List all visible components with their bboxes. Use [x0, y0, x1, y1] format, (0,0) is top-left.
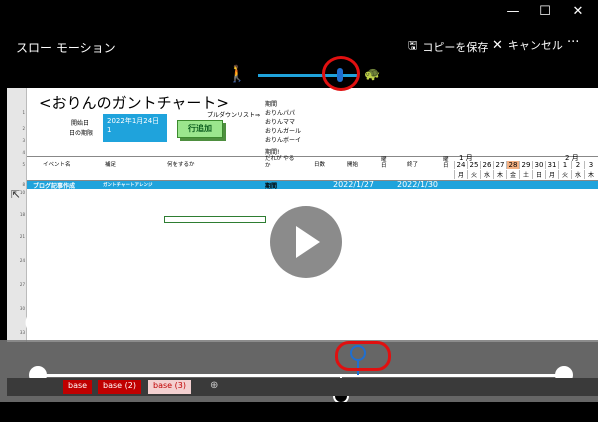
task-end: 2022/1/30 — [397, 180, 439, 189]
calendar-weekday: 木 — [584, 170, 597, 179]
speed-control: 🚶 🐢 — [0, 56, 598, 91]
more-options-button[interactable]: ··· — [567, 35, 579, 50]
calendar-day: 29 — [519, 161, 532, 169]
today-label: 日の期限 — [69, 130, 94, 137]
calendar-weekday: 木 — [493, 170, 506, 179]
header-who: だれが やるか — [265, 156, 295, 169]
calendar-day: 24 — [454, 161, 467, 169]
calendar-day: 27 — [493, 161, 506, 169]
calendar-weekday: 火 — [558, 170, 571, 179]
sheet-title: <おりんのガントチャート> — [39, 94, 229, 112]
pulldown-item-period: 期間! — [265, 149, 280, 156]
close-icon: ✕ — [492, 37, 503, 53]
pulldown-label: プルダウンリスト⇒ — [207, 112, 261, 119]
app-bar: スロー モーション 🖫 コピーを保存 ✕ キャンセル ··· — [0, 32, 598, 66]
play-icon — [296, 226, 320, 258]
turtle-icon: 🐢 — [364, 67, 381, 82]
sheet-tabs: base base (2) base (3) ⊕ — [7, 378, 598, 396]
tab-base[interactable]: base — [63, 380, 93, 394]
timeline-track[interactable] — [38, 374, 564, 377]
calendar-day: 2 — [571, 161, 584, 169]
speed-highlight — [322, 56, 360, 91]
save-copy-label: コピーを保存 — [422, 40, 489, 54]
save-copy-button[interactable]: 🖫 コピーを保存 — [408, 37, 488, 56]
task-who: 期間 — [265, 183, 278, 190]
start-date-cell[interactable]: 2022年1月24日 1 — [103, 114, 167, 142]
calendar-weekday: 火 — [467, 170, 480, 179]
save-icon: 🖫 — [408, 39, 418, 52]
add-row-button[interactable]: 行追加 — [177, 120, 223, 138]
header-start: 開始 — [347, 162, 359, 168]
calendar-weekday: 水 — [480, 170, 493, 179]
playhead-highlight — [335, 341, 391, 371]
calendar-weekday: 金 — [506, 170, 519, 179]
header-what: 何をするか — [167, 162, 195, 168]
header-days: 日数 — [314, 162, 326, 168]
cursor-icon: ⇱ — [11, 188, 21, 201]
task-detail: ガントチャートアレンジ — [103, 183, 153, 188]
close-button[interactable]: ✕ — [563, 4, 593, 19]
calendar-days: 24 月 25 火 26 水 27 木 28 金 29 土 30 日 31 月 1 火 2 水 3 木 — [454, 161, 598, 179]
calendar-day: 26 — [480, 161, 493, 169]
title-bar: — ☐ ✕ — [0, 0, 598, 32]
tab-base-3[interactable]: base (3) — [148, 380, 191, 394]
task-event: ブログ記事作成 — [33, 183, 76, 190]
header-weekday-1: 曜日 — [381, 157, 387, 169]
header-event: イベント名 — [43, 162, 71, 168]
pulldown-list: 期間 おりんパパ おりんママ おりんガール おりんボーイ — [265, 101, 302, 144]
calendar-day: 31 — [545, 161, 558, 169]
start-date-label: 開始日 — [71, 120, 90, 127]
row-header: 1 2 3 4 5 8 10 18 21 24 27 30 33 — [7, 88, 27, 342]
calendar-weekday: 土 — [519, 170, 532, 179]
header-weekday-2: 曜日 — [443, 157, 449, 169]
walking-icon: 🚶 — [227, 64, 247, 83]
add-sheet-button[interactable]: ⊕ — [210, 380, 218, 391]
calendar-weekday: 月 — [454, 170, 467, 179]
task-row[interactable]: ブログ記事作成 ガントチャートアレンジ 期間 2022/1/27 2022/1/… — [27, 180, 598, 190]
calendar-weekday: 月 — [545, 170, 558, 179]
calendar-weekday: 日 — [532, 170, 545, 179]
minimize-button[interactable]: — — [498, 4, 528, 19]
calendar-day: 28 — [506, 161, 519, 169]
maximize-button[interactable]: ☐ — [530, 4, 560, 19]
drawn-rectangle — [164, 216, 266, 223]
cancel-label: キャンセル — [507, 39, 563, 52]
calendar-day: 3 — [584, 161, 597, 169]
cancel-button[interactable]: ✕ キャンセル — [492, 37, 563, 53]
calendar-day: 25 — [467, 161, 480, 169]
bottom-bar — [0, 402, 598, 422]
app-title: スロー モーション — [16, 41, 116, 55]
header-detail: 補足 — [105, 162, 117, 168]
tab-base-2[interactable]: base (2) — [98, 380, 141, 394]
calendar-day: 1 — [558, 161, 571, 169]
header-end: 終了 — [407, 162, 419, 168]
left-bracket-icon: ( — [24, 312, 32, 333]
calendar-weekday: 水 — [571, 170, 584, 179]
task-start: 2022/1/27 — [333, 180, 375, 189]
calendar-day: 30 — [532, 161, 545, 169]
